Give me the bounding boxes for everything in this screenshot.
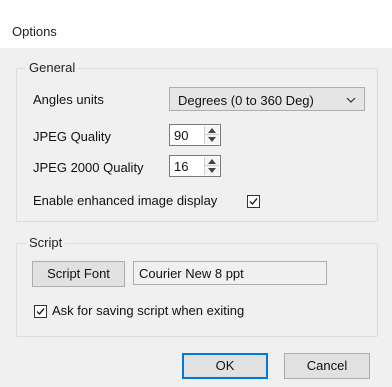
triangle-down-icon bbox=[208, 168, 216, 173]
cancel-button-label: Cancel bbox=[306, 358, 348, 373]
jpeg-quality-label: JPEG Quality bbox=[33, 129, 112, 144]
script-font-value: Courier New 8 ppt bbox=[139, 266, 244, 281]
angles-units-value: Degrees (0 to 360 Deg) bbox=[178, 93, 314, 108]
triangle-down-icon bbox=[208, 137, 216, 142]
title-bar: Options bbox=[0, 0, 392, 48]
jpeg2000-quality-value: 16 bbox=[174, 159, 189, 174]
angles-units-dropdown[interactable]: Degrees (0 to 360 Deg) bbox=[169, 87, 365, 111]
window-title: Options bbox=[12, 24, 57, 39]
ok-button[interactable]: OK bbox=[182, 353, 268, 379]
checkmark-icon bbox=[249, 198, 258, 206]
enhanced-display-label: Enable enhanced image display bbox=[33, 193, 218, 208]
chevron-down-icon bbox=[346, 97, 356, 103]
cancel-button[interactable]: Cancel bbox=[284, 353, 370, 379]
ask-saving-checkbox[interactable] bbox=[34, 305, 47, 318]
jpeg-quality-stepper[interactable]: 90 bbox=[169, 124, 221, 146]
script-font-display: Courier New 8 ppt bbox=[133, 261, 327, 285]
jpeg-quality-value: 90 bbox=[174, 128, 189, 143]
ok-button-label: OK bbox=[215, 358, 235, 373]
script-group-label: Script bbox=[26, 235, 66, 250]
dialog-client-area: General Angles units Degrees (0 to 360 D… bbox=[0, 48, 392, 387]
jpeg-quality-increment[interactable] bbox=[205, 126, 219, 135]
jpeg2000-quality-increment[interactable] bbox=[205, 157, 219, 166]
script-font-button-label: Script Font bbox=[47, 266, 110, 281]
jpeg2000-quality-stepper[interactable]: 16 bbox=[169, 155, 221, 177]
general-group-label: General bbox=[26, 60, 79, 75]
triangle-up-icon bbox=[208, 128, 216, 133]
general-group: General Angles units Degrees (0 to 360 D… bbox=[16, 60, 378, 222]
jpeg2000-quality-label: JPEG 2000 Quality bbox=[33, 160, 144, 175]
script-font-button[interactable]: Script Font bbox=[32, 261, 125, 287]
jpeg2000-quality-decrement[interactable] bbox=[205, 166, 219, 175]
jpeg-quality-decrement[interactable] bbox=[205, 135, 219, 144]
triangle-up-icon bbox=[208, 159, 216, 164]
jpeg2000-quality-spin-buttons bbox=[204, 157, 219, 175]
jpeg-quality-spin-buttons bbox=[204, 126, 219, 144]
script-group: Script Script Font Courier New 8 ppt Ask… bbox=[16, 235, 378, 337]
ask-saving-label: Ask for saving script when exiting bbox=[52, 303, 245, 318]
checkmark-icon bbox=[36, 308, 45, 316]
enhanced-display-checkbox[interactable] bbox=[247, 195, 260, 208]
angles-units-label: Angles units bbox=[33, 92, 104, 107]
